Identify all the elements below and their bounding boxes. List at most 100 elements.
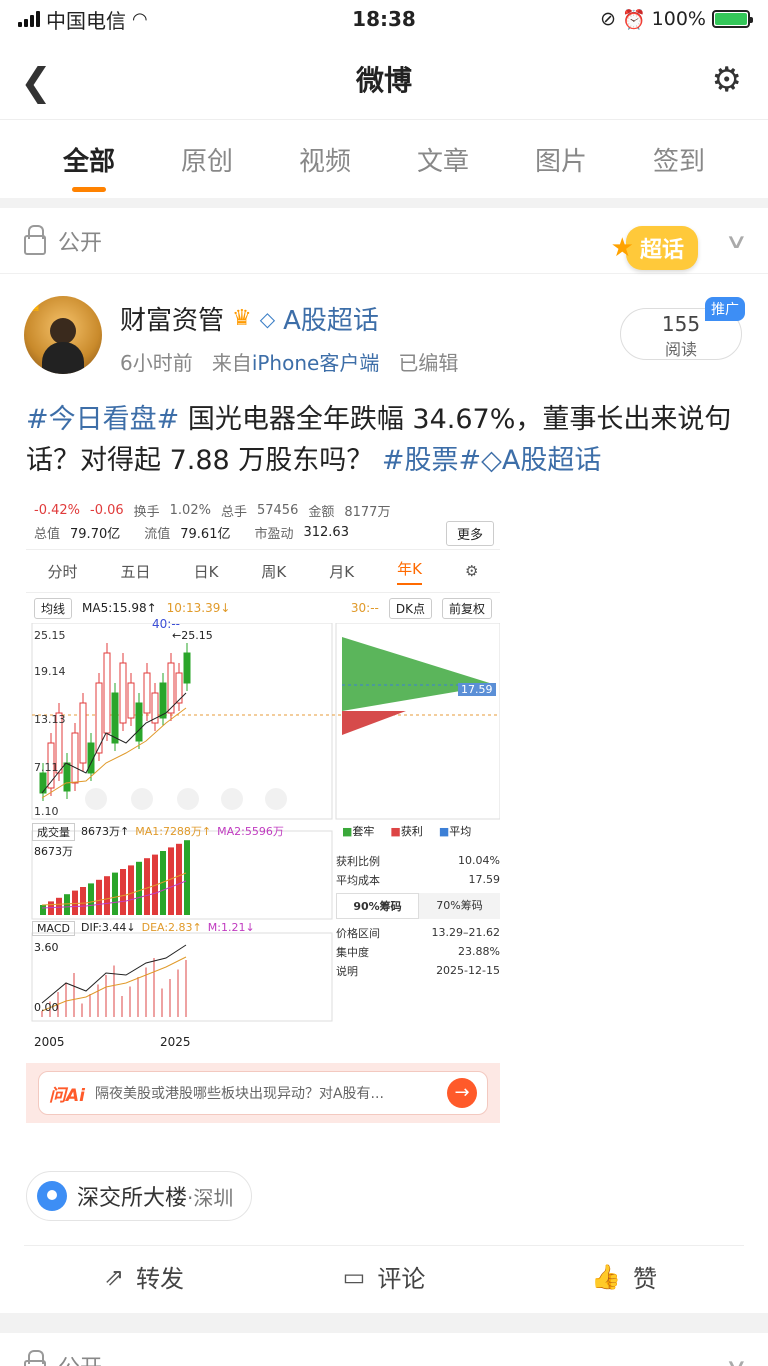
candle <box>135 702 143 742</box>
x-start: 2005 <box>34 1035 65 1049</box>
avatar[interactable]: ♛ <box>24 296 102 374</box>
volume-bar <box>176 843 182 915</box>
hashtag-today[interactable]: #今日看盘# <box>26 404 179 435</box>
location-name: 深交所大楼 <box>77 1186 188 1211</box>
volume-bar <box>48 901 54 915</box>
dk-select[interactable]: DK点 <box>388 597 432 619</box>
repost-button[interactable]: ⇗ 转发 <box>24 1259 264 1294</box>
tab-5day[interactable]: 五日 <box>121 561 151 582</box>
candle <box>39 772 47 794</box>
stat-profit: 获利比例 10.04% <box>336 854 500 868</box>
stat-note: 说明 2025-12-15 <box>336 964 500 978</box>
tab-checkin[interactable]: 签到 <box>647 137 711 182</box>
visibility-row-next[interactable]: 公开 ∨ <box>0 1333 768 1366</box>
candle <box>71 732 79 784</box>
macd-row: MACD DIF:3.44↓ DEA:2.83↑ M:1.21↓ <box>32 921 255 936</box>
candle <box>103 652 111 734</box>
stock-chart-image[interactable]: -0.42% -0.06 换手 1.02% 总手 57456 金额 8177万 … <box>26 497 500 1137</box>
client-link[interactable]: iPhone客户端 <box>252 351 380 375</box>
volume-bar <box>80 887 86 915</box>
author-topic[interactable]: A股超话 <box>283 300 379 337</box>
ai-text: 隔夜美股或港股哪些板块出现异动？对A股有... <box>94 1086 384 1102</box>
like-label: 赞 <box>632 1265 657 1293</box>
volume-bar <box>136 861 142 915</box>
like-button[interactable]: 👍 赞 <box>504 1259 744 1294</box>
tab-intraday[interactable]: 分时 <box>48 561 78 582</box>
volume-bar <box>56 897 62 915</box>
location-pin-icon <box>37 1181 67 1211</box>
chart-control-button <box>85 788 107 810</box>
chart-control-button <box>131 788 153 810</box>
read-label: 阅读 <box>664 340 697 359</box>
ai-question[interactable]: 问Ai 隔夜美股或港股哪些板块出现异动？对A股有... → <box>38 1071 488 1115</box>
comment-icon: ▭ <box>342 1262 366 1291</box>
ma30: 30:-- <box>350 601 379 615</box>
tab-monthly[interactable]: 月K <box>329 561 354 582</box>
ai-assistant-bar: 问Ai 隔夜美股或港股哪些板块出现异动？对A股有... → <box>26 1063 500 1123</box>
quote-row-2: 总值 79.70亿 流值 79.61亿 市盈动 312.63 <box>34 524 349 542</box>
y-label-5: 1.10 <box>34 805 59 818</box>
tab-daily[interactable]: 日K <box>194 561 219 582</box>
volume-bar <box>88 883 94 915</box>
chip-tab-90[interactable]: 90%筹码 <box>336 893 419 919</box>
tab-yearly[interactable]: 年K <box>397 558 422 585</box>
back-icon[interactable]: ❮ <box>20 60 52 104</box>
tab-original[interactable]: 原创 <box>175 137 239 182</box>
macd-select[interactable]: MACD <box>32 921 75 936</box>
tab-image[interactable]: 图片 <box>529 137 593 182</box>
volume-bar <box>120 869 126 915</box>
price-panel <box>31 623 333 820</box>
chart-control-button <box>221 788 243 810</box>
tab-all[interactable]: 全部 <box>57 137 121 182</box>
divider <box>0 198 768 208</box>
fq-select[interactable]: 前复权 <box>441 597 492 619</box>
candle <box>183 652 191 684</box>
ai-logo: 问Ai <box>49 1085 85 1106</box>
macd-dea: DEA:2.83↑ <box>141 921 202 934</box>
gear-icon[interactable]: ⚙ <box>712 60 742 100</box>
chaohua-badge[interactable]: ★ 超话 <box>611 226 698 270</box>
tab-article[interactable]: 文章 <box>411 137 475 182</box>
location-tag[interactable]: 深交所大楼 ·深圳 <box>26 1171 253 1221</box>
lock-icon <box>24 224 46 255</box>
tab-video[interactable]: 视频 <box>293 137 357 182</box>
candle <box>159 682 167 719</box>
settings-icon[interactable]: ⚙ <box>465 562 478 580</box>
vol-select[interactable]: 成交量 <box>32 823 75 841</box>
filter-tabs: 全部 原创 视频 文章 图片 签到 <box>0 120 768 198</box>
visibility-label: 公开 <box>58 1350 102 1366</box>
lock-icon <box>24 1350 46 1366</box>
chip-green <box>342 637 496 711</box>
tab-weekly[interactable]: 周K <box>261 561 286 582</box>
volume-bar <box>40 905 46 915</box>
arrow-right-icon[interactable]: → <box>447 1078 477 1108</box>
visibility-row[interactable]: 公开 ★ 超话 ∨ <box>0 208 768 274</box>
quote-row-1: -0.42% -0.06 换手 1.02% 总手 57456 金额 8177万 <box>34 502 391 520</box>
read-count-pill[interactable]: 155 阅读 推广 <box>620 297 745 360</box>
ma-select[interactable]: 均线 <box>34 597 73 619</box>
author-name[interactable]: 财富资管 <box>120 300 224 337</box>
comment-label: 评论 <box>377 1265 426 1293</box>
volume-bar <box>72 890 78 915</box>
more-button[interactable]: 更多 <box>445 521 494 546</box>
chip-tab-70[interactable]: 70%筹码 <box>419 893 500 919</box>
y-label-1: 25.15 <box>34 629 66 642</box>
from-prefix: 来自 <box>211 351 252 375</box>
candle <box>79 702 87 764</box>
volume-bar <box>144 858 150 915</box>
chevron-down-icon[interactable]: ∨ <box>725 1354 748 1366</box>
comment-button[interactable]: ▭ 评论 <box>264 1259 504 1294</box>
stat-range: 价格区间 13.29–21.62 <box>336 926 500 940</box>
hashtag-ashare[interactable]: A股超话 <box>502 445 601 476</box>
edited-flag: 已编辑 <box>398 351 459 375</box>
high-label: ←25.15 <box>172 629 213 642</box>
stat-avg-cost: 平均成本 17.59 <box>336 873 500 887</box>
candle <box>111 692 119 744</box>
stat-concentration: 集中度 23.88% <box>336 945 500 959</box>
hashtag-stock[interactable]: #股票# <box>382 445 481 476</box>
macd-m: M:1.21↓ <box>207 921 255 934</box>
share-icon: ⇗ <box>103 1262 125 1291</box>
chevron-down-icon[interactable]: ∨ <box>725 229 748 253</box>
crown-icon: ♛ <box>24 296 44 317</box>
thumbs-up-icon: 👍 <box>591 1262 621 1291</box>
